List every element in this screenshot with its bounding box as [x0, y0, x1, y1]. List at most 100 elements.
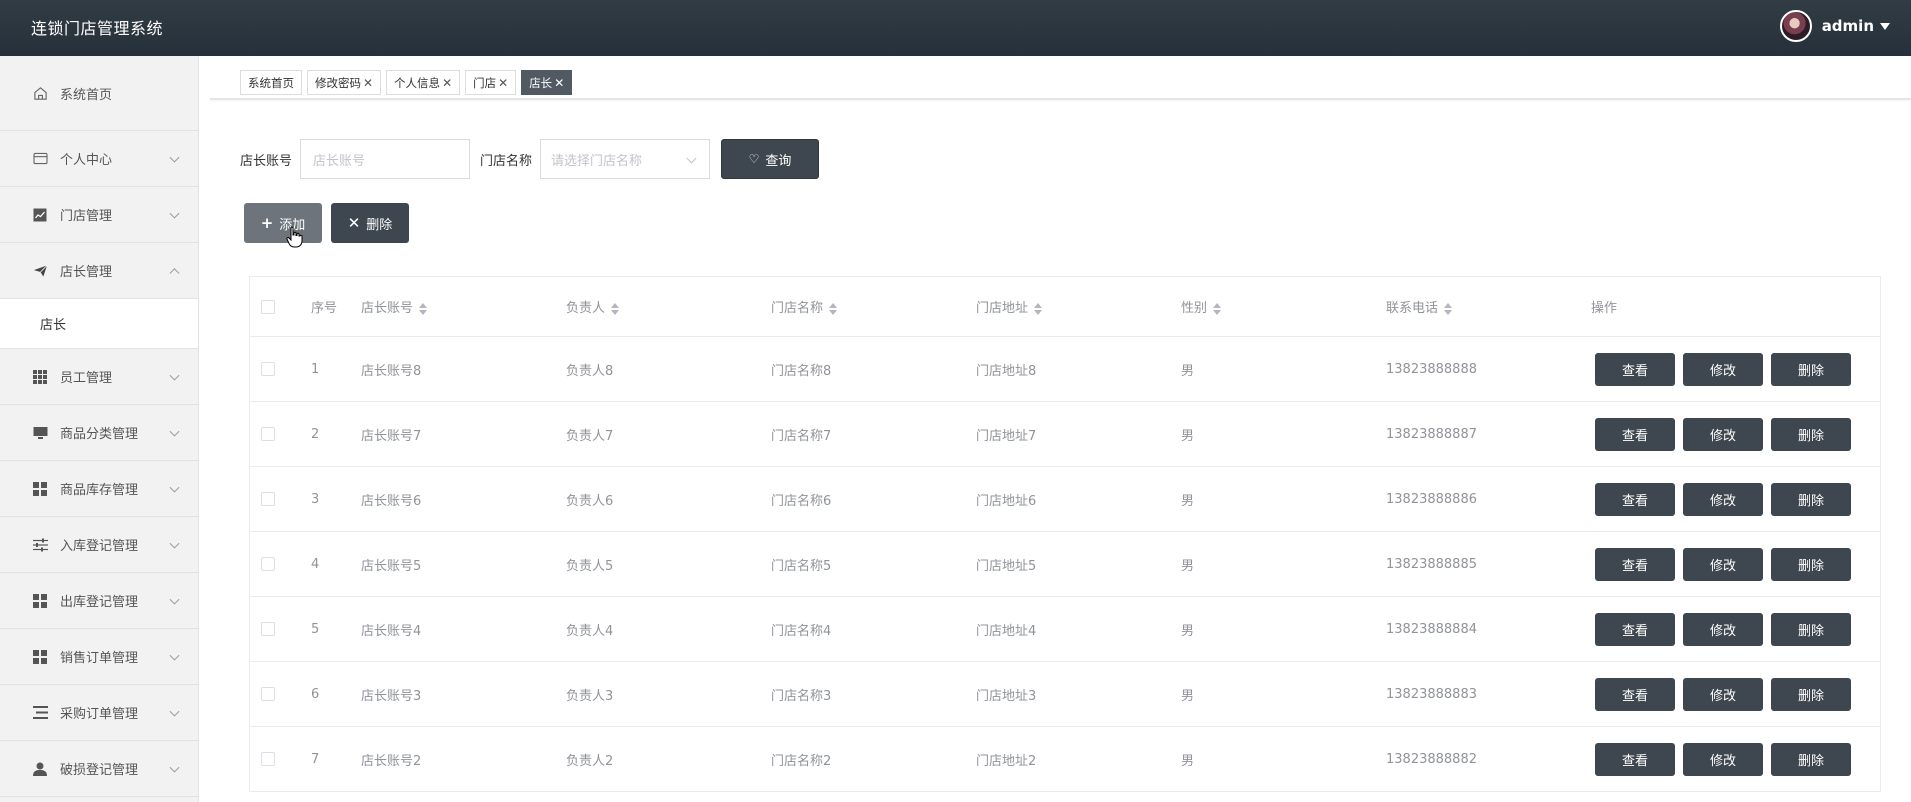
- select-all-checkbox[interactable]: [261, 299, 275, 314]
- row-actions: 查看 修改 删除: [1595, 417, 1859, 451]
- table-row: 3 店长账号6 负责人6 门店名称6 门店地址6 男 13823888886 查…: [250, 467, 1880, 532]
- sort-icon[interactable]: [611, 302, 620, 316]
- row-checkbox[interactable]: [261, 427, 275, 441]
- cell-gender: 男: [1181, 558, 1195, 574]
- cell-phone: 13823888884: [1386, 621, 1477, 637]
- sidebar-item-category[interactable]: 商品分类管理: [0, 405, 198, 461]
- edit-button[interactable]: 修改: [1683, 547, 1763, 581]
- tab-store[interactable]: 门店 ✕: [465, 70, 517, 95]
- query-button-label: 查询: [765, 153, 792, 169]
- delete-row-button[interactable]: 删除: [1771, 352, 1851, 386]
- edit-button[interactable]: 修改: [1683, 612, 1763, 646]
- edit-button[interactable]: 修改: [1683, 742, 1763, 776]
- cell-index: 4: [311, 556, 320, 572]
- close-icon[interactable]: ✕: [363, 76, 373, 90]
- close-icon[interactable]: ✕: [442, 76, 452, 90]
- sidebar-item-inventory[interactable]: 商品库存管理: [0, 461, 198, 517]
- sort-icon[interactable]: [1213, 302, 1222, 316]
- tab-manager[interactable]: 店长 ✕: [521, 70, 573, 95]
- sidebar-item-profile[interactable]: 个人中心: [0, 131, 198, 187]
- sidebar-item-inbound[interactable]: 入库登记管理: [0, 517, 198, 573]
- sidebar-item-label: 店长管理: [60, 265, 113, 280]
- store-select[interactable]: 请选择门店名称: [540, 139, 711, 179]
- delete-row-button[interactable]: 删除: [1771, 547, 1851, 581]
- close-icon[interactable]: ✕: [498, 76, 508, 90]
- sidebar-item-label: 员工管理: [60, 371, 113, 386]
- cell-store-name: 门店名称8: [771, 363, 832, 379]
- tab-label: 个人信息: [394, 75, 441, 90]
- delete-row-button[interactable]: 删除: [1771, 417, 1851, 451]
- row-checkbox[interactable]: [261, 492, 275, 506]
- view-button[interactable]: 查看: [1595, 352, 1675, 386]
- sidebar-item-label: 出库登记管理: [60, 595, 139, 610]
- sidebar-item-purchase[interactable]: 采购订单管理: [0, 685, 198, 741]
- add-button[interactable]: + 添加: [244, 203, 322, 243]
- query-button[interactable]: ♡ 查询: [721, 139, 820, 179]
- delete-row-button[interactable]: 删除: [1771, 482, 1851, 516]
- delete-row-button[interactable]: 删除: [1771, 742, 1851, 776]
- sort-icon[interactable]: [1444, 302, 1453, 316]
- avatar[interactable]: [1779, 10, 1812, 42]
- sidebar-item-manager[interactable]: 店长管理: [0, 243, 198, 299]
- tab-home[interactable]: 系统首页: [240, 70, 302, 95]
- account-input[interactable]: 店长账号: [300, 139, 471, 179]
- row-checkbox[interactable]: [261, 752, 275, 766]
- user-name[interactable]: admin: [1822, 17, 1874, 35]
- view-button[interactable]: 查看: [1595, 482, 1675, 516]
- col-gender[interactable]: 性别: [1181, 297, 1222, 316]
- view-button[interactable]: 查看: [1595, 742, 1675, 776]
- cell-owner: 负责人5: [566, 558, 614, 574]
- view-button[interactable]: 查看: [1595, 677, 1675, 711]
- row-checkbox[interactable]: [261, 687, 275, 701]
- cell-owner: 负责人2: [566, 753, 614, 769]
- card-icon: [32, 151, 48, 167]
- col-phone[interactable]: 联系电话: [1386, 297, 1453, 316]
- col-account[interactable]: 店长账号: [361, 297, 428, 316]
- view-button[interactable]: 查看: [1595, 417, 1675, 451]
- view-button[interactable]: 查看: [1595, 612, 1675, 646]
- col-owner[interactable]: 负责人: [566, 297, 620, 316]
- cell-store-address: 门店地址4: [976, 623, 1037, 639]
- sidebar-item-store[interactable]: 门店管理: [0, 187, 198, 243]
- edit-button[interactable]: 修改: [1683, 417, 1763, 451]
- tab-profile[interactable]: 个人信息 ✕: [386, 70, 461, 95]
- row-checkbox[interactable]: [261, 557, 275, 571]
- sidebar-item-home[interactable]: 系统首页: [0, 56, 198, 131]
- sidebar-item-label: 个人中心: [60, 153, 113, 168]
- account-label: 店长账号: [240, 153, 293, 169]
- sidebar-item-label: 系统首页: [60, 87, 113, 103]
- delete-row-button[interactable]: 删除: [1771, 612, 1851, 646]
- sidebar-item-damage[interactable]: 破损登记管理: [0, 741, 198, 797]
- edit-button[interactable]: 修改: [1683, 352, 1763, 386]
- sidebar-item-sales[interactable]: 销售订单管理: [0, 629, 198, 685]
- sidebar-item-staff[interactable]: 员工管理: [0, 349, 198, 405]
- delete-row-button[interactable]: 删除: [1771, 677, 1851, 711]
- col-phone-label: 联系电话: [1386, 301, 1439, 316]
- edit-button[interactable]: 修改: [1683, 677, 1763, 711]
- table-row: 1 店长账号8 负责人8 门店名称8 门店地址8 男 13823888888 查…: [250, 337, 1880, 402]
- cell-gender: 男: [1181, 428, 1195, 444]
- col-actions: 操作: [1591, 301, 1618, 316]
- edit-button[interactable]: 修改: [1683, 482, 1763, 516]
- sort-icon[interactable]: [1034, 302, 1043, 316]
- table-row: 2 店长账号7 负责人7 门店名称7 门店地址7 男 13823888887 查…: [250, 402, 1880, 467]
- caret-down-icon[interactable]: [1880, 22, 1890, 30]
- cell-store-address: 门店地址3: [976, 688, 1037, 704]
- list-icon: [32, 705, 48, 721]
- tab-change-password[interactable]: 修改密码 ✕: [307, 70, 382, 95]
- sidebar-item-outbound[interactable]: 出库登记管理: [0, 573, 198, 629]
- cell-store-name: 门店名称4: [771, 623, 832, 639]
- user-menu[interactable]: admin: [1779, 9, 1890, 43]
- sort-icon[interactable]: [419, 302, 428, 316]
- view-button[interactable]: 查看: [1595, 547, 1675, 581]
- row-checkbox[interactable]: [261, 362, 275, 376]
- cell-index: 1: [311, 361, 320, 377]
- col-store-address[interactable]: 门店地址: [976, 297, 1043, 316]
- col-store-name[interactable]: 门店名称: [771, 297, 838, 316]
- row-checkbox[interactable]: [261, 622, 275, 636]
- sort-icon[interactable]: [829, 302, 838, 316]
- delete-button[interactable]: ✕ 删除: [331, 203, 409, 243]
- close-icon[interactable]: ✕: [554, 76, 564, 90]
- cell-store-name: 门店名称6: [771, 493, 832, 509]
- sidebar-subitem-manager[interactable]: 店长: [0, 299, 198, 349]
